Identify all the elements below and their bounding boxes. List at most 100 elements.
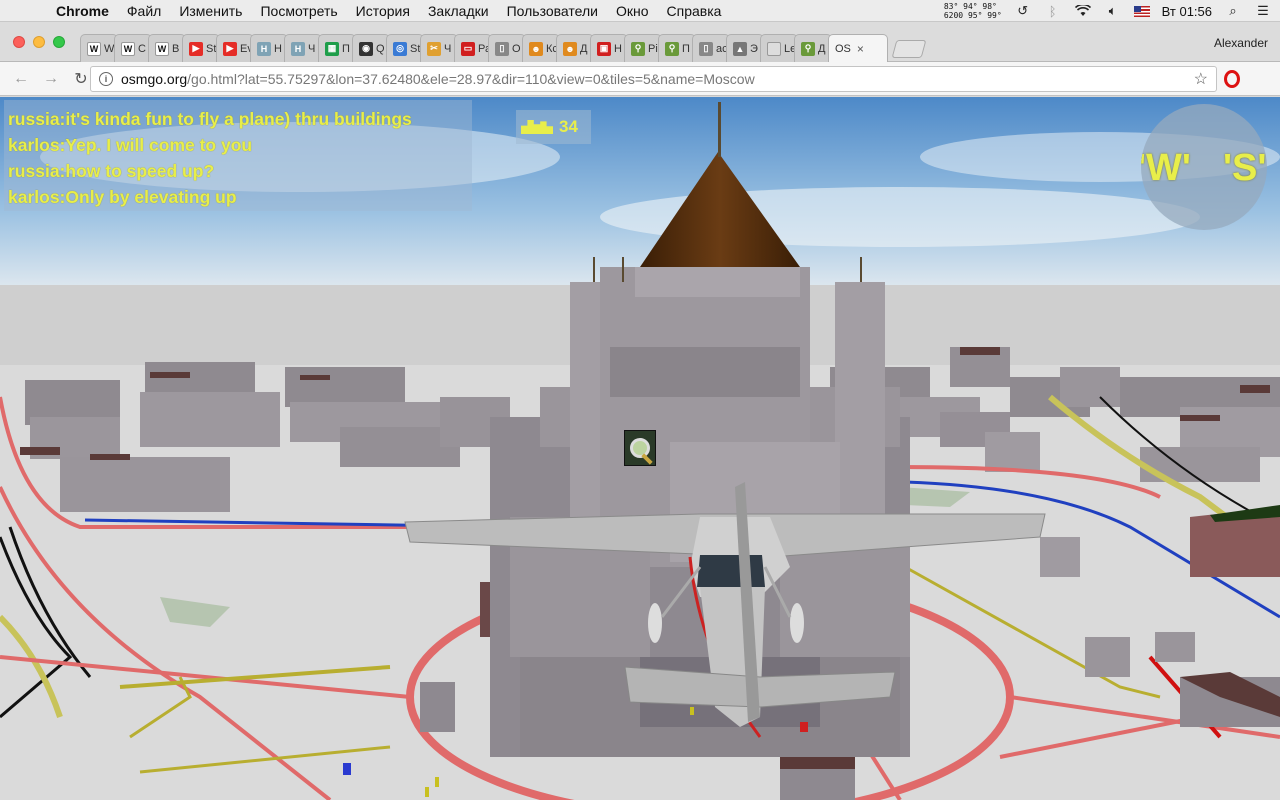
tab-favicon-icon: ⚲ — [801, 41, 815, 56]
macos-menubar: Chrome Файл Изменить Посмотреть История … — [0, 0, 1280, 22]
site-info-icon[interactable]: i — [99, 72, 113, 86]
close-window-button[interactable] — [13, 36, 25, 48]
window-controls — [13, 36, 65, 48]
browser-tab[interactable]: Le — [760, 34, 798, 62]
tab-favicon-icon: ▶ — [189, 41, 203, 56]
browser-tab[interactable]: ☻ Д — [556, 34, 594, 62]
tab-title: St — [206, 42, 217, 55]
tab-title: Ч — [308, 42, 316, 55]
compass[interactable]: 'W' 'S' — [1141, 104, 1267, 230]
zoom-window-button[interactable] — [53, 36, 65, 48]
browser-tab[interactable]: ▶ Ev — [216, 34, 254, 62]
chat-message: karlos:Only by elevating up — [8, 187, 237, 207]
tab-favicon-icon: W — [87, 41, 101, 56]
browser-tab[interactable]: HН — [250, 34, 288, 62]
browser-tab[interactable]: WC — [114, 34, 152, 62]
url-host: osmgo.org — [121, 71, 188, 87]
profile-name[interactable]: Alexander — [1214, 36, 1268, 50]
opera-extension-icon[interactable] — [1224, 70, 1240, 88]
tab-favicon-icon — [767, 41, 781, 56]
browser-tab[interactable]: ▯ ас — [692, 34, 730, 62]
tab-title: П — [342, 42, 350, 55]
time-machine-icon[interactable]: ↺ — [1014, 3, 1032, 19]
chat-log: russia:it's kinda fun to fly a plane) th… — [4, 100, 472, 211]
tab-favicon-icon: ▯ — [495, 41, 509, 56]
browser-tab[interactable]: ▯ О — [488, 34, 526, 62]
tab-favicon-icon: ▦ — [325, 41, 339, 56]
browser-toolbar: ← → ↻ i osmgo.org/go.html?lat=55.75297&l… — [0, 62, 1280, 96]
browser-tab[interactable]: ▣ Н — [590, 34, 628, 62]
system-stats[interactable]: 83° 94° 98° 6200 95° 99° — [944, 2, 1002, 20]
tab-favicon-icon: W — [155, 41, 169, 56]
tab-title: Ч — [444, 42, 452, 55]
tab-favicon-icon: ◎ — [393, 41, 407, 56]
menu-help[interactable]: Справка — [667, 3, 722, 19]
browser-tab[interactable]: WB — [148, 34, 186, 62]
browser-tab[interactable]: ⚲ Д — [794, 34, 832, 62]
tab-title: Q — [376, 42, 385, 55]
wifi-icon[interactable] — [1074, 3, 1092, 19]
chat-message: russia:how to speed up? — [8, 161, 215, 181]
tab-title: St — [410, 42, 421, 55]
menu-app-name[interactable]: Chrome — [56, 3, 109, 19]
tab-favicon-icon: H — [257, 41, 271, 56]
browser-tab[interactable]: ☻ Кс — [522, 34, 560, 62]
tab-title: OS — [835, 42, 851, 55]
tab-title: C — [138, 42, 146, 55]
browser-tab[interactable]: ✂ Ч — [420, 34, 458, 62]
menu-view[interactable]: Посмотреть — [260, 3, 337, 19]
bookmark-star-icon[interactable]: ☆ — [1194, 69, 1208, 89]
browser-tab[interactable]: ◎ St — [386, 34, 424, 62]
minimize-window-button[interactable] — [33, 36, 45, 48]
tab-title: Н — [274, 42, 282, 55]
tab-list: W W W C W B ▶ St ▶ Ev H Н H Ч ▦ П ◉ Q ◎ St ✂ Ч ▭ Ра ▯ О ☻ Кс ☻ Д ▣ Н ⚲ Рі… — [80, 34, 927, 62]
browser-tab[interactable]: ▦ П — [318, 34, 356, 62]
menu-edit[interactable]: Изменить — [179, 3, 242, 19]
menubar-clock[interactable]: Вт 01:56 — [1162, 4, 1212, 19]
browser-tab[interactable]: ▶ St — [182, 34, 220, 62]
tab-title: W — [104, 42, 115, 55]
tab-favicon-icon: ▲ — [733, 41, 747, 56]
building-counter: 34 — [516, 110, 591, 144]
new-tab-button[interactable] — [891, 40, 927, 58]
menu-bookmarks[interactable]: Закладки — [428, 3, 489, 19]
tab-favicon-icon: ☻ — [563, 41, 577, 56]
address-bar[interactable]: i osmgo.org/go.html?lat=55.75297&lon=37.… — [90, 66, 1217, 92]
tab-favicon-icon: ▶ — [223, 41, 237, 56]
forward-arrow-icon[interactable]: → — [38, 70, 64, 88]
browser-tab[interactable]: WW — [80, 34, 118, 62]
bluetooth-icon[interactable]: ᛒ — [1044, 3, 1062, 19]
url-path: /go.html?lat=55.75297&lon=37.62480&ele=2… — [187, 71, 755, 87]
us-flag-icon[interactable] — [1133, 5, 1150, 17]
menu-window[interactable]: Окно — [616, 3, 649, 19]
volume-icon[interactable]: 🔈︎ — [1104, 3, 1122, 19]
browser-tab[interactable]: HЧ — [284, 34, 322, 62]
tab-favicon-icon: ◉ — [359, 41, 373, 56]
notification-center-icon[interactable]: ☰ — [1254, 3, 1272, 19]
browser-tab[interactable]: ⚲ П — [658, 34, 696, 62]
browser-tab[interactable]: ▲ Э — [726, 34, 764, 62]
spotlight-search-icon[interactable]: ⌕ — [1224, 3, 1242, 19]
zoom-magnifier-icon[interactable] — [624, 430, 656, 466]
tab-favicon-icon: W — [121, 41, 135, 56]
menu-file[interactable]: Файл — [127, 3, 161, 19]
compass-south-label: 'S' — [1223, 147, 1267, 189]
browser-tab[interactable]: ⚲ Рі — [624, 34, 662, 62]
stats-line-1: 83° 94° 98° — [943, 2, 997, 11]
menu-history[interactable]: История — [356, 3, 410, 19]
tab-title: Рі — [648, 42, 658, 55]
browser-tab[interactable]: ▭ Ра — [454, 34, 492, 62]
building-count: 34 — [559, 117, 578, 136]
chat-message: russia:it's kinda fun to fly a plane) th… — [8, 109, 412, 129]
close-tab-icon[interactable]: × — [857, 42, 864, 56]
browser-tab[interactable]: ◉ Q — [352, 34, 390, 62]
magnifier-lens — [630, 438, 650, 458]
tab-title: Д — [580, 42, 588, 55]
tab-title: Н — [614, 42, 622, 55]
browser-tab-active[interactable]: OS × — [828, 34, 888, 62]
back-arrow-icon[interactable]: ← — [8, 70, 34, 88]
tab-favicon-icon: ⚲ — [665, 41, 679, 56]
tab-favicon-icon: ☻ — [529, 41, 543, 56]
menu-people[interactable]: Пользователи — [507, 3, 598, 19]
tab-favicon-icon: ▭ — [461, 41, 475, 56]
